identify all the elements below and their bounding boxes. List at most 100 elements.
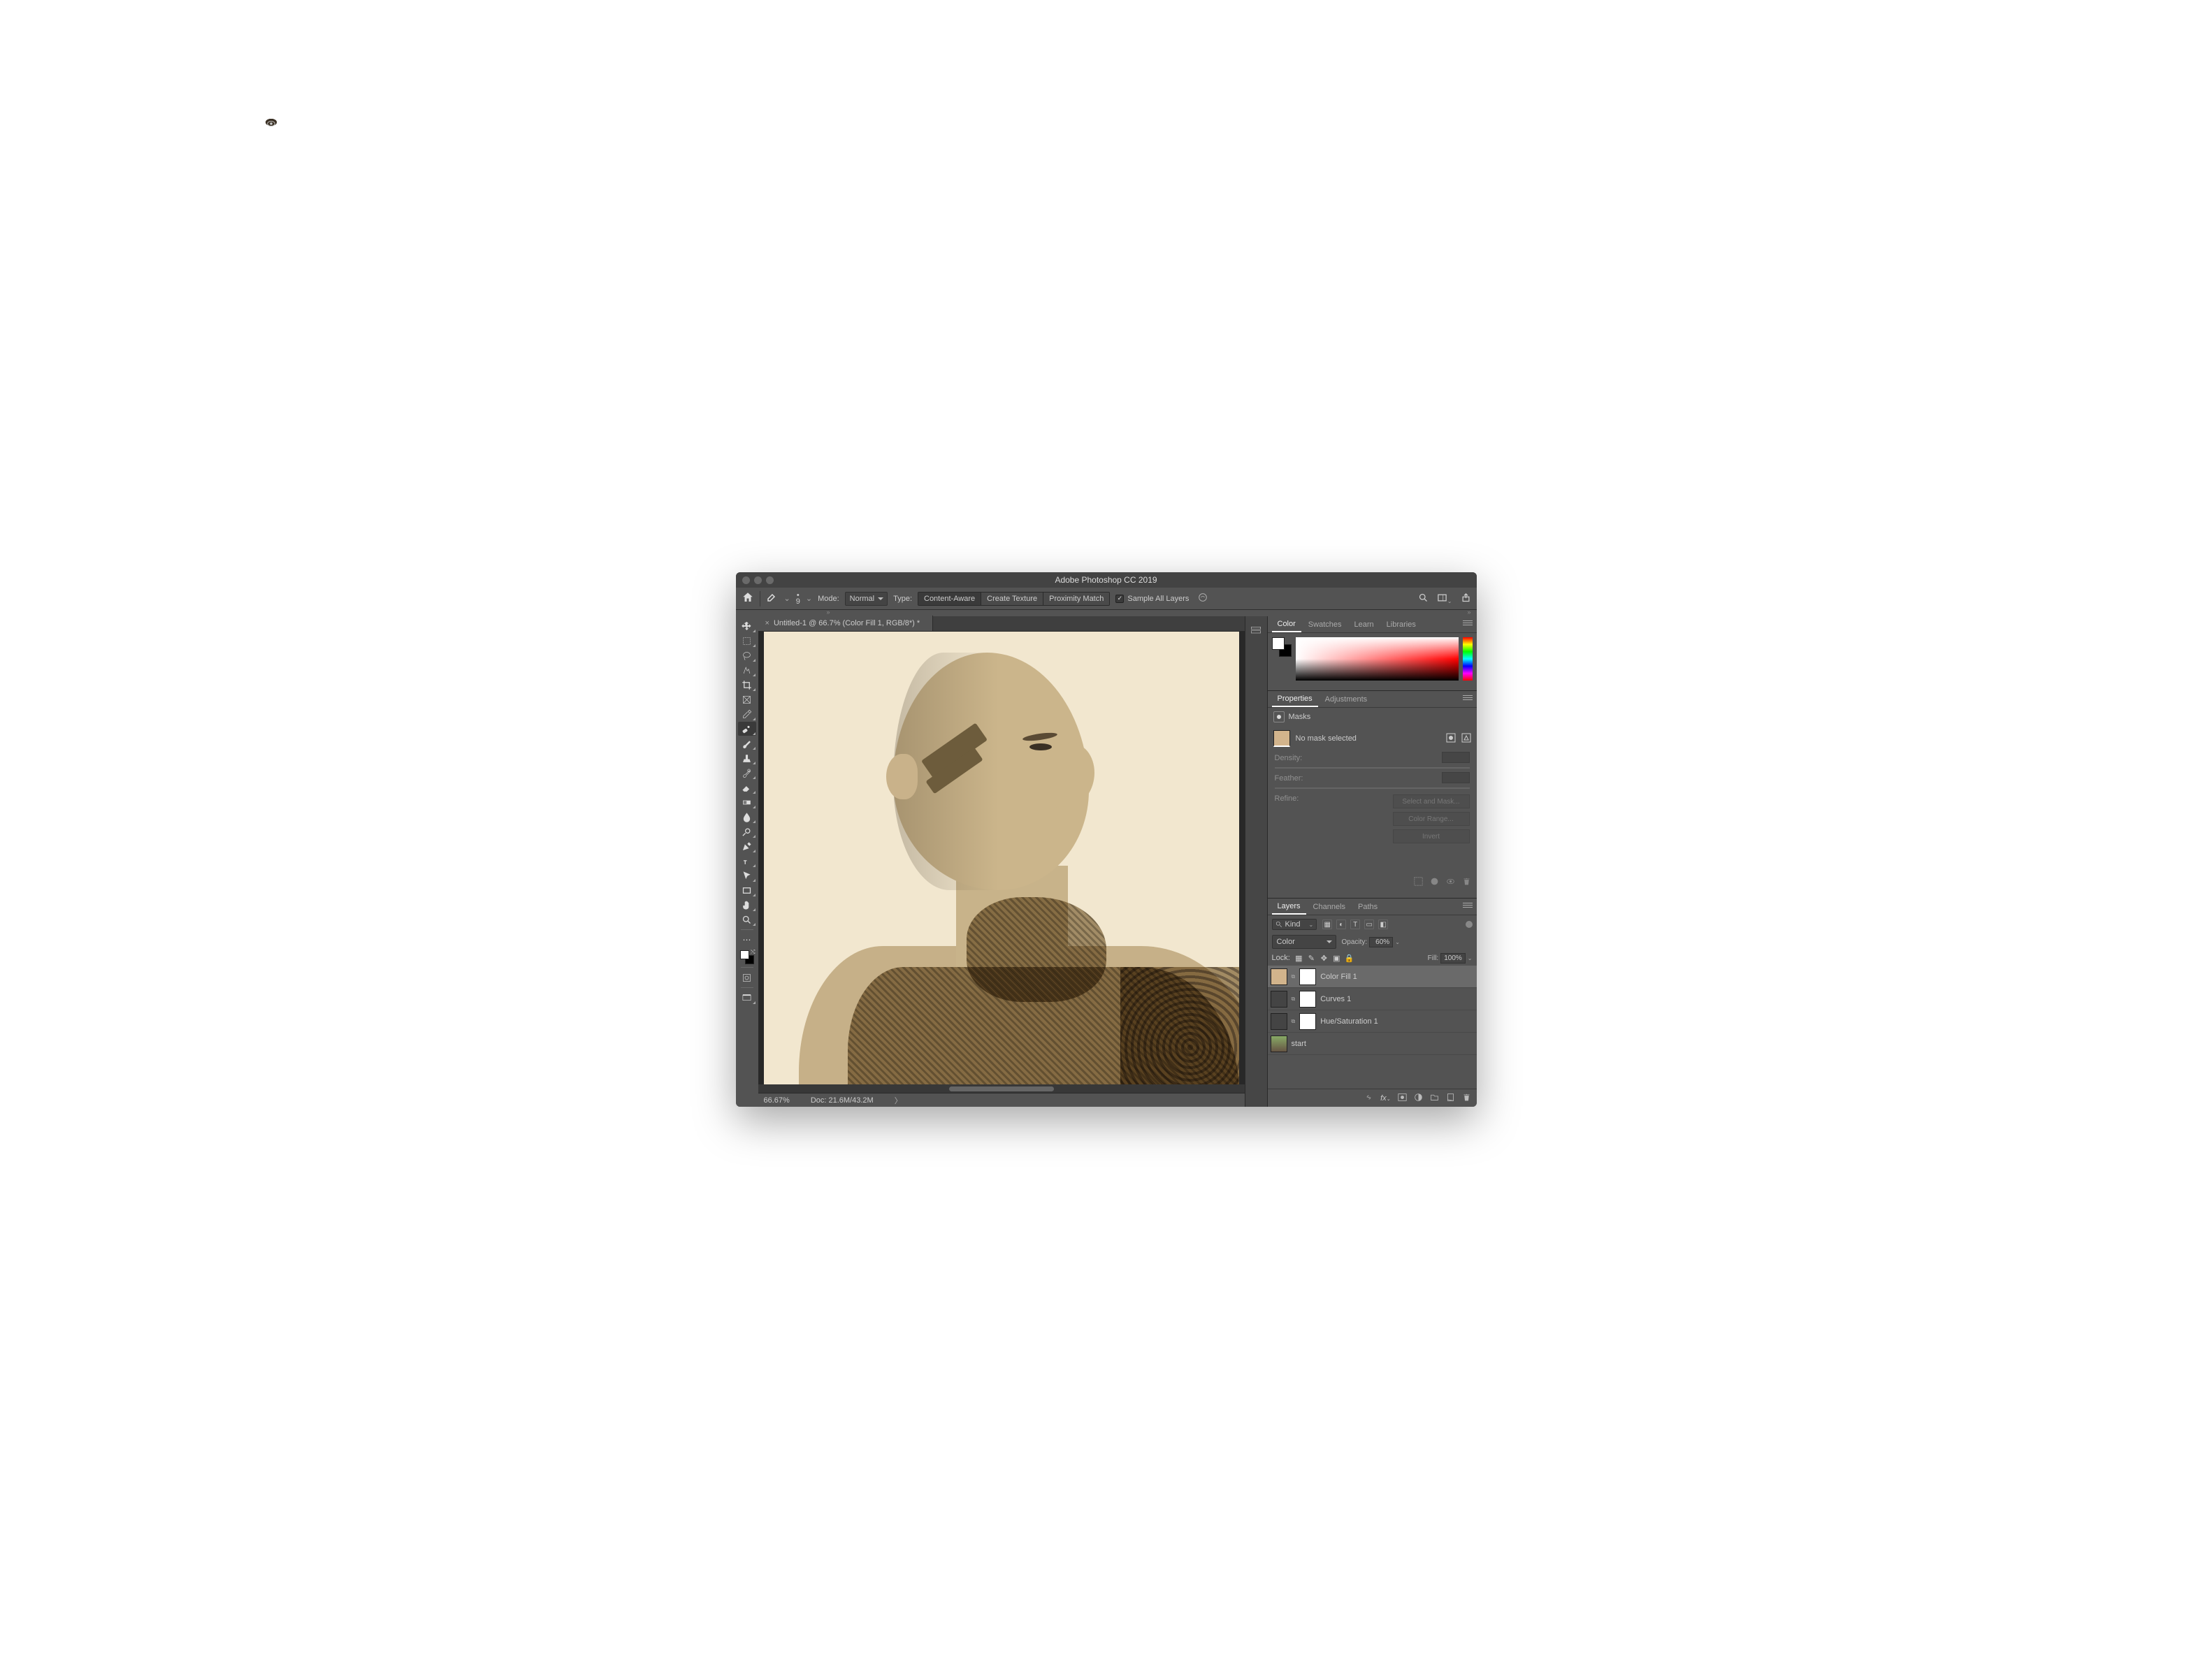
quick-mask-icon[interactable] <box>738 971 756 984</box>
layer-row[interactable]: ⧉ Curves 1 <box>1268 988 1477 1010</box>
new-group-icon[interactable] <box>1430 1093 1439 1104</box>
layer-mask-thumbnail[interactable] <box>1299 968 1316 985</box>
filter-adjustment-icon[interactable]: ◐ <box>1336 920 1346 929</box>
brush-tool[interactable] <box>738 736 756 750</box>
blur-tool[interactable] <box>738 810 756 824</box>
doc-size[interactable]: Doc: 21.6M/43.2M <box>811 1096 874 1105</box>
mode-select[interactable]: Normal <box>845 592 888 606</box>
invert-button[interactable]: Invert <box>1393 829 1470 843</box>
eyedropper-tool[interactable] <box>738 707 756 721</box>
layer-thumbnail[interactable] <box>1271 1035 1287 1052</box>
lasso-tool[interactable] <box>738 648 756 662</box>
eraser-tool[interactable] <box>738 780 756 794</box>
search-icon[interactable] <box>1418 593 1429 605</box>
color-range-button[interactable]: Color Range... <box>1393 812 1470 826</box>
lock-position-icon[interactable]: ✥ <box>1320 954 1329 963</box>
blend-mode-select[interactable]: Color <box>1272 935 1336 949</box>
document-tab[interactable]: × Untitled-1 @ 66.7% (Color Fill 1, RGB/… <box>758 616 934 631</box>
sample-all-layers-checkbox[interactable]: Sample All Layers <box>1115 595 1189 603</box>
status-menu-icon[interactable]: 〉 <box>895 1095 902 1106</box>
add-mask-icon[interactable] <box>1398 1093 1407 1104</box>
layer-row[interactable]: ⧉ Hue/Saturation 1 <box>1268 1010 1477 1033</box>
layer-thumbnail[interactable] <box>1271 968 1287 985</box>
delete-mask-icon[interactable] <box>1462 877 1471 888</box>
tab-adjustments[interactable]: Adjustments <box>1320 692 1373 706</box>
quick-selection-tool[interactable] <box>738 663 756 677</box>
hue-slider[interactable] <box>1463 637 1473 681</box>
layer-filter-kind[interactable]: Kind ⌄ <box>1272 919 1317 930</box>
density-slider[interactable] <box>1275 767 1470 769</box>
history-brush-tool[interactable] <box>738 766 756 780</box>
foreground-color[interactable] <box>740 950 749 959</box>
seg-content-aware[interactable]: Content-Aware <box>918 593 981 605</box>
layer-name[interactable]: Curves 1 <box>1320 995 1351 1003</box>
vector-mask-icon[interactable] <box>1461 733 1471 745</box>
zoom-level[interactable]: 66.67% <box>764 1096 790 1105</box>
layer-mask-thumbnail[interactable] <box>1299 991 1316 1008</box>
workspace-icon[interactable]: ⌄ <box>1437 593 1452 605</box>
filter-type-icon[interactable]: T <box>1350 920 1360 929</box>
zoom-tool[interactable] <box>738 913 756 926</box>
home-icon[interactable] <box>742 591 754 606</box>
new-adjustment-icon[interactable] <box>1414 1093 1423 1104</box>
color-spectrum[interactable] <box>1296 637 1459 681</box>
link-icon[interactable]: ⧉ <box>1292 973 1296 980</box>
lock-transparency-icon[interactable]: ▦ <box>1294 954 1303 963</box>
layer-name[interactable]: Hue/Saturation 1 <box>1320 1017 1378 1026</box>
feather-slider[interactable] <box>1275 787 1470 789</box>
link-icon[interactable]: ⧉ <box>1292 1018 1296 1025</box>
apply-mask-icon[interactable] <box>1430 877 1439 888</box>
pressure-icon[interactable] <box>1197 592 1208 605</box>
feather-value[interactable] <box>1442 772 1470 783</box>
filter-smart-icon[interactable]: ◧ <box>1378 920 1388 929</box>
lock-artboard-icon[interactable]: ▣ <box>1332 954 1341 963</box>
tab-learn[interactable]: Learn <box>1349 618 1380 632</box>
dodge-tool[interactable] <box>738 824 756 838</box>
filter-toggle[interactable] <box>1466 921 1473 928</box>
share-icon[interactable] <box>1461 593 1471 605</box>
lock-all-icon[interactable]: 🔒 <box>1345 954 1354 963</box>
seg-proximity-match[interactable]: Proximity Match <box>1043 593 1109 605</box>
gradient-tool[interactable] <box>738 795 756 809</box>
new-layer-icon[interactable] <box>1446 1093 1455 1104</box>
tab-properties[interactable]: Properties <box>1272 692 1318 707</box>
marquee-tool[interactable] <box>738 634 756 648</box>
link-icon[interactable]: ⧉ <box>1292 996 1296 1003</box>
density-value[interactable] <box>1442 752 1470 763</box>
path-selection-tool[interactable] <box>738 868 756 882</box>
healing-brush-tool[interactable] <box>738 722 756 736</box>
clone-stamp-tool[interactable] <box>738 751 756 765</box>
healing-brush-icon[interactable] <box>766 594 779 604</box>
panel-swatches[interactable] <box>1272 637 1292 657</box>
disable-mask-icon[interactable] <box>1446 877 1455 888</box>
tab-libraries[interactable]: Libraries <box>1381 618 1422 632</box>
color-swatches[interactable]: ⤭ <box>740 950 754 964</box>
fill-value[interactable]: 100% <box>1440 953 1466 964</box>
tab-color[interactable]: Color <box>1272 617 1301 632</box>
layer-thumbnail[interactable] <box>1271 1013 1287 1030</box>
layer-mask-thumbnail[interactable] <box>1299 1013 1316 1030</box>
hand-tool[interactable] <box>738 898 756 912</box>
panel-menu-icon[interactable] <box>1463 620 1473 627</box>
pixel-mask-icon[interactable] <box>1446 733 1456 745</box>
seg-create-texture[interactable]: Create Texture <box>981 593 1043 605</box>
tab-channels[interactable]: Channels <box>1308 900 1351 914</box>
filter-shape-icon[interactable]: ▭ <box>1364 920 1374 929</box>
filter-pixel-icon[interactable]: ▦ <box>1322 920 1332 929</box>
layer-row[interactable]: ⧉ Color Fill 1 <box>1268 966 1477 988</box>
pen-tool[interactable] <box>738 839 756 853</box>
layer-thumbnail[interactable] <box>1271 991 1287 1008</box>
link-layers-icon[interactable] <box>1364 1093 1373 1104</box>
delete-layer-icon[interactable] <box>1462 1093 1471 1104</box>
layer-name[interactable]: Color Fill 1 <box>1320 973 1357 981</box>
tab-paths[interactable]: Paths <box>1352 900 1383 914</box>
edit-toolbar[interactable]: ⋯ <box>738 933 756 947</box>
close-tab-icon[interactable]: × <box>765 619 769 627</box>
layer-name[interactable]: start <box>1292 1040 1306 1048</box>
tab-layers[interactable]: Layers <box>1272 899 1306 915</box>
canvas-viewport[interactable] <box>758 632 1245 1093</box>
history-panel-icon[interactable] <box>1249 625 1263 636</box>
layer-row[interactable]: start <box>1268 1033 1477 1055</box>
panel-menu-icon[interactable] <box>1463 903 1473 910</box>
horizontal-scrollbar[interactable] <box>758 1084 1245 1093</box>
